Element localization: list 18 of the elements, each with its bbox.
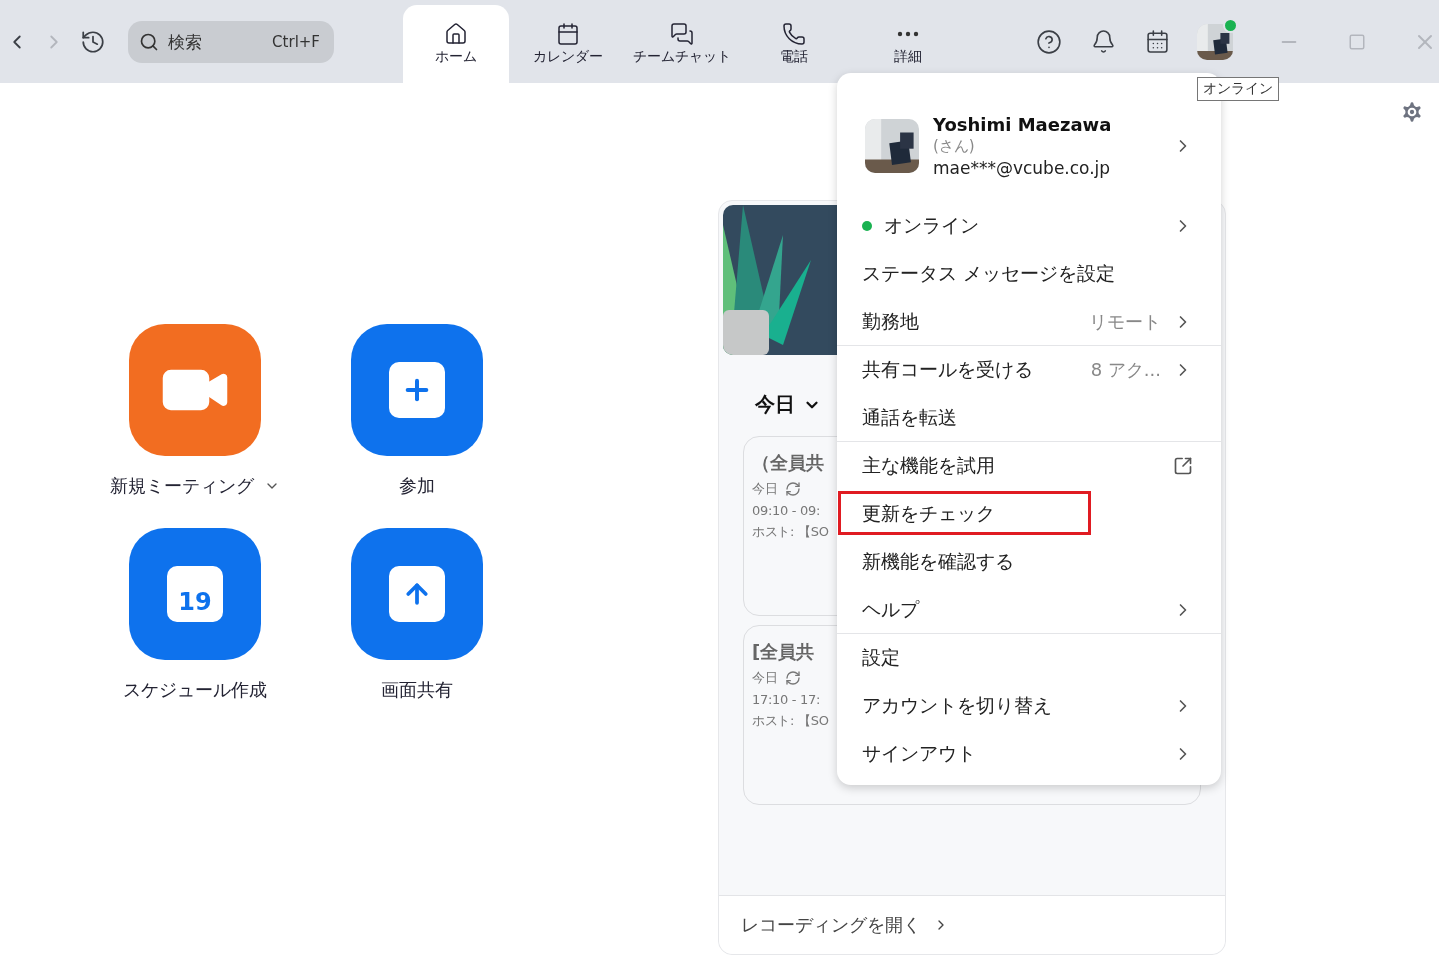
meeting-time: 09:10 - 09: bbox=[752, 503, 821, 518]
meeting-host: ホスト: 【SO bbox=[752, 712, 829, 730]
user-name: Yoshimi Maezawa bbox=[933, 114, 1113, 135]
calendar-day: 19 bbox=[178, 588, 212, 616]
meeting-host: ホスト: 【SO bbox=[752, 523, 829, 541]
meeting-title: （全員共 bbox=[752, 451, 824, 475]
meeting-day: 今日 bbox=[752, 480, 778, 498]
tile-label: スケジュール作成 bbox=[123, 678, 267, 702]
tile-label: 新規ミーティング bbox=[110, 474, 280, 498]
meeting-title: [全員共 bbox=[752, 640, 815, 664]
meeting-day: 今日 bbox=[752, 669, 778, 687]
honorific: (さん) bbox=[933, 137, 976, 156]
meeting-time: 17:10 - 17: bbox=[752, 692, 821, 707]
shortcut-hint: Ctrl+F bbox=[272, 32, 320, 51]
tile-label: 参加 bbox=[399, 474, 435, 498]
user-email: mae***@vcube.co.jp bbox=[933, 158, 1112, 178]
tooltip: オンライン bbox=[1197, 77, 1279, 101]
tile-label: 画面共有 bbox=[381, 678, 453, 702]
